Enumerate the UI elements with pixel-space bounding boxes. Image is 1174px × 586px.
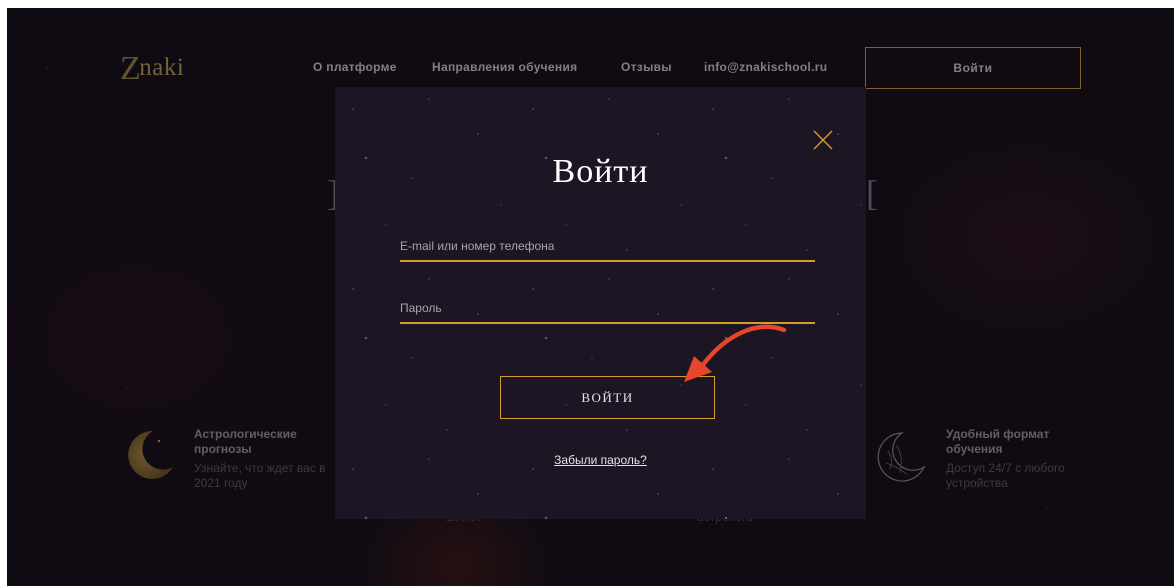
modal-title: Войти	[552, 153, 649, 190]
page-frame: Znaki О платформе Направления обучения О…	[7, 8, 1174, 586]
login-modal: Войти ВОЙТИ Забыли пароль?	[335, 87, 866, 519]
email-field-wrapper	[400, 228, 815, 262]
close-icon[interactable]	[812, 129, 834, 151]
password-field[interactable]	[400, 290, 815, 322]
email-field[interactable]	[400, 228, 815, 260]
forgot-password-link[interactable]: Забыли пароль?	[335, 453, 866, 467]
annotation-arrow-icon	[684, 324, 787, 382]
password-field-wrapper	[400, 290, 815, 324]
